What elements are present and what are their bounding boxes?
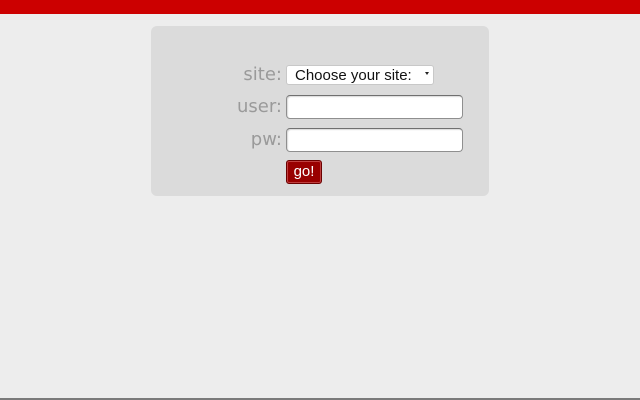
top-bar — [0, 0, 640, 14]
site-select[interactable]: Choose your site: — [286, 65, 434, 85]
site-label: site: — [243, 64, 282, 85]
password-input[interactable] — [286, 128, 463, 152]
go-button[interactable]: go! — [286, 160, 322, 184]
login-panel: site: Choose your site: user: pw: go! — [151, 26, 489, 196]
user-label: user: — [236, 96, 282, 117]
dropdown-arrow-icon — [425, 72, 429, 75]
user-input[interactable] — [286, 95, 463, 119]
pw-label: pw: — [250, 129, 282, 150]
site-select-value: Choose your site: — [295, 67, 412, 84]
